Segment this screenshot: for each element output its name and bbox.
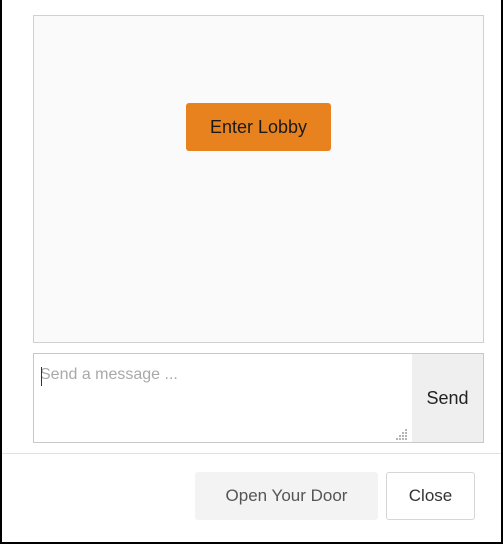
lobby-dialog: Enter Lobby Send Open Your Door Close xyxy=(0,0,503,544)
text-caret xyxy=(41,367,42,386)
close-button[interactable]: Close xyxy=(386,472,475,520)
enter-lobby-button[interactable]: Enter Lobby xyxy=(186,103,331,151)
message-composer: Send xyxy=(33,353,484,443)
footer-divider xyxy=(2,453,501,454)
send-button[interactable]: Send xyxy=(412,354,483,442)
resize-grip-icon[interactable] xyxy=(396,428,408,440)
open-your-door-button[interactable]: Open Your Door xyxy=(195,472,378,520)
lobby-video-area: Enter Lobby xyxy=(33,15,484,343)
message-input[interactable] xyxy=(34,354,412,442)
